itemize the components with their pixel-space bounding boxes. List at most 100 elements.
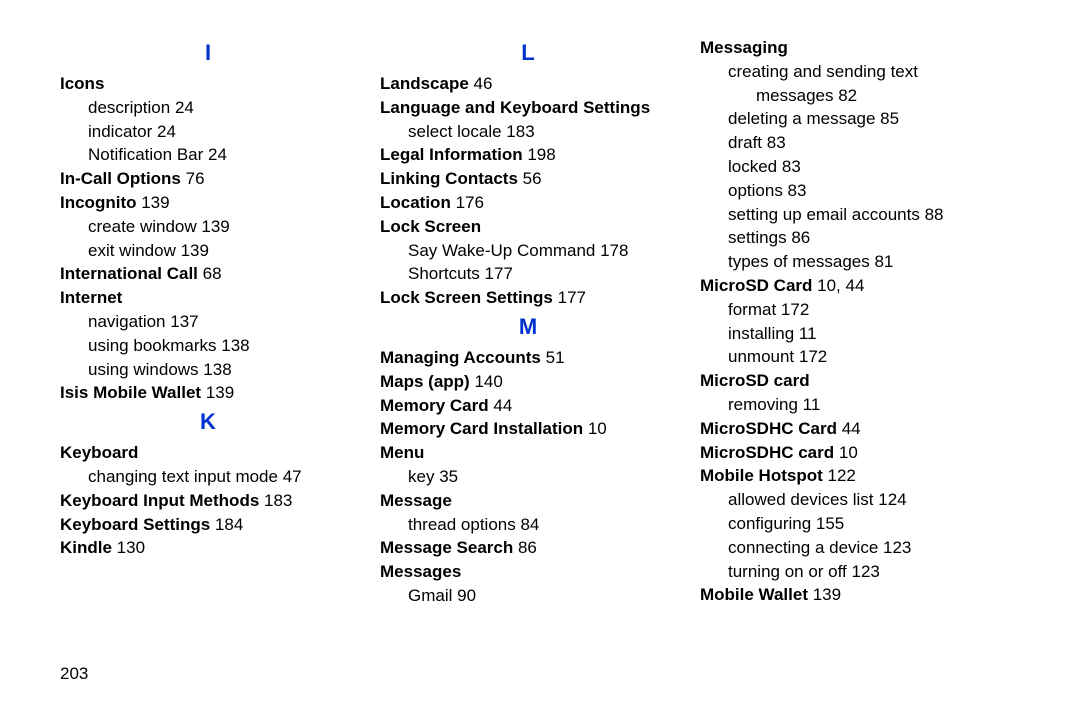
index-subterm: exit window xyxy=(88,241,176,260)
index-subentry: Shortcuts 177 xyxy=(380,262,676,286)
index-term: Legal Information xyxy=(380,145,523,164)
index-subentry: options 83 xyxy=(700,179,996,203)
index-subentry: Gmail 90 xyxy=(380,584,676,608)
index-subterm: changing text input mode xyxy=(88,467,278,486)
index-subentry: description 24 xyxy=(60,96,356,120)
index-subterm: Shortcuts xyxy=(408,264,480,283)
index-subentry: connecting a device 123 xyxy=(700,536,996,560)
index-subentry: configuring 155 xyxy=(700,512,996,536)
index-term: Incognito xyxy=(60,193,136,212)
index-subentry: turning on or off 123 xyxy=(700,560,996,584)
index-term: Internet xyxy=(60,288,122,307)
index-term: Lock Screen Settings xyxy=(380,288,553,307)
index-page-ref: 137 xyxy=(166,312,199,331)
index-entry: Maps (app) 140 xyxy=(380,370,676,394)
index-page-ref: 84 xyxy=(516,515,540,534)
index-subterm: format xyxy=(728,300,776,319)
index-term: Location xyxy=(380,193,451,212)
index-page-ref: 123 xyxy=(847,562,880,581)
index-subterm: Say Wake-Up Command xyxy=(408,241,595,260)
index-page-ref: 140 xyxy=(470,372,503,391)
index-entry: Messages xyxy=(380,560,676,584)
index-subterm: locked xyxy=(728,157,777,176)
index-subterm: draft xyxy=(728,133,762,152)
index-subentry: types of messages 81 xyxy=(700,250,996,274)
index-term: MicroSDHC Card xyxy=(700,419,837,438)
index-subentry: draft 83 xyxy=(700,131,996,155)
index-subterm: connecting a device xyxy=(728,538,878,557)
index-entry: Memory Card 44 xyxy=(380,394,676,418)
index-page-ref: 139 xyxy=(201,383,234,402)
index-subentry: unmount 172 xyxy=(700,345,996,369)
index-page-ref: 176 xyxy=(451,193,484,212)
index-subterm: using bookmarks xyxy=(88,336,217,355)
index-term: Isis Mobile Wallet xyxy=(60,383,201,402)
index-entry: Message Search 86 xyxy=(380,536,676,560)
index-entry: MicroSD card xyxy=(700,369,996,393)
index-subentry: thread options 84 xyxy=(380,513,676,537)
index-letter: K xyxy=(60,409,356,435)
index-entry: Memory Card Installation 10 xyxy=(380,417,676,441)
index-page-ref: 24 xyxy=(170,98,194,117)
index-subterm-cont: messages 82 xyxy=(728,84,996,108)
index-subterm: settings xyxy=(728,228,787,247)
index-term: Menu xyxy=(380,443,424,462)
index-subterm: using windows xyxy=(88,360,199,379)
index-entry: MicroSD Card 10, 44 xyxy=(700,274,996,298)
index-subterm: removing xyxy=(728,395,798,414)
index-page-ref: 139 xyxy=(176,241,209,260)
index-page-ref: 138 xyxy=(199,360,232,379)
index-entry: Keyboard xyxy=(60,441,356,465)
index-page-ref: 83 xyxy=(762,133,786,152)
index-entry: Legal Information 198 xyxy=(380,143,676,167)
index-term: MicroSD Card xyxy=(700,276,812,295)
index-term: Keyboard Input Methods xyxy=(60,491,259,510)
index-page-ref: 24 xyxy=(152,122,176,141)
index-page-ref: 86 xyxy=(787,228,811,247)
index-page-ref: 76 xyxy=(181,169,205,188)
index-page-ref: 123 xyxy=(878,538,911,557)
index-subterm: types of messages xyxy=(728,252,870,271)
index-entry: Internet xyxy=(60,286,356,310)
index-column-2: LLandscape 46Language and Keyboard Setti… xyxy=(380,36,700,608)
index-page-ref: 10, 44 xyxy=(812,276,864,295)
index-subterm: options xyxy=(728,181,783,200)
index-entry: Landscape 46 xyxy=(380,72,676,96)
index-subterm: create window xyxy=(88,217,197,236)
index-entry: Incognito 139 xyxy=(60,191,356,215)
index-page-ref: 138 xyxy=(217,336,250,355)
index-term: Memory Card Installation xyxy=(380,419,583,438)
index-entry: Linking Contacts 56 xyxy=(380,167,676,191)
index-entry: Messaging xyxy=(700,36,996,60)
index-entry: Keyboard Input Methods 183 xyxy=(60,489,356,513)
index-page-ref: 90 xyxy=(452,586,476,605)
index-subterm: turning on or off xyxy=(728,562,847,581)
index-entry: Lock Screen xyxy=(380,215,676,239)
index-subentry: creating and sending textmessages 82 xyxy=(700,60,996,108)
index-subterm: creating and sending text xyxy=(728,60,996,84)
index-term: Mobile Hotspot xyxy=(700,466,823,485)
index-subentry: create window 139 xyxy=(60,215,356,239)
index-subentry: settings 86 xyxy=(700,226,996,250)
index-entry: Kindle 130 xyxy=(60,536,356,560)
index-subterm: select locale xyxy=(408,122,502,141)
index-page-ref: 88 xyxy=(920,205,944,224)
index-subentry: removing 11 xyxy=(700,393,996,417)
index-term: Maps (app) xyxy=(380,372,470,391)
index-subterm: indicator xyxy=(88,122,152,141)
index-subentry: exit window 139 xyxy=(60,239,356,263)
index-term: In-Call Options xyxy=(60,169,181,188)
index-page-ref: 24 xyxy=(203,145,227,164)
index-page-ref: 44 xyxy=(489,396,513,415)
index-entry: Message xyxy=(380,489,676,513)
index-page-ref: 81 xyxy=(870,252,894,271)
index-subterm: configuring xyxy=(728,514,811,533)
index-term: Icons xyxy=(60,74,104,93)
index-entry: Location 176 xyxy=(380,191,676,215)
index-entry: In-Call Options 76 xyxy=(60,167,356,191)
index-entry: Mobile Wallet 139 xyxy=(700,583,996,607)
index-entry: Isis Mobile Wallet 139 xyxy=(60,381,356,405)
index-entry: Keyboard Settings 184 xyxy=(60,513,356,537)
index-page-ref: 86 xyxy=(513,538,537,557)
index-entry: MicroSDHC card 10 xyxy=(700,441,996,465)
